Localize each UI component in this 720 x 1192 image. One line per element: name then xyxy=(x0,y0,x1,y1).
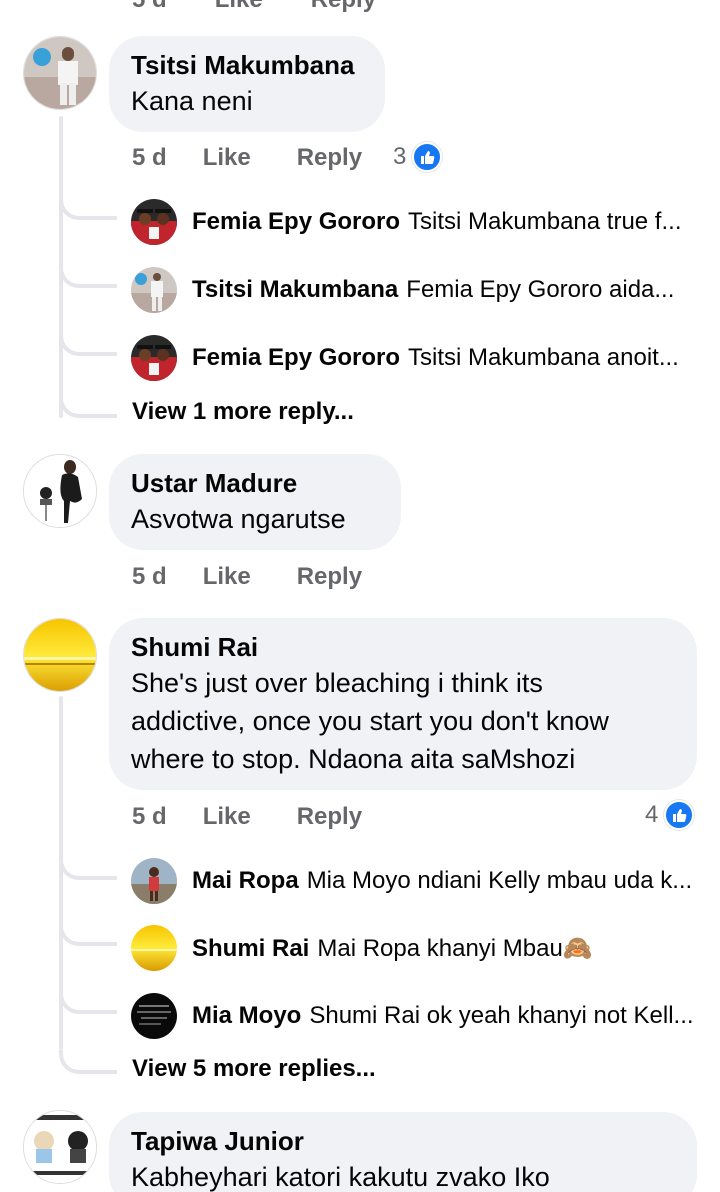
thread-connector xyxy=(59,264,117,288)
thread-connector xyxy=(59,1050,117,1074)
reply-text: Mai Ropa Mia Moyo ndiani Kelly mbau uda k… xyxy=(192,867,692,895)
reply-text: Mia Moyo Shumi Rai ok yeah khanyi not Kel… xyxy=(192,1002,694,1030)
reply-body: Femia Epy Gororo aida... xyxy=(406,276,675,303)
avatar[interactable] xyxy=(23,1110,97,1184)
reply-author[interactable]: Mai Ropa xyxy=(192,867,299,894)
thread-connector xyxy=(59,922,117,946)
comment-bubble[interactable]: Tapiwa Junior Kabheyhari katori kakutu z… xyxy=(109,1112,697,1192)
reply-body: Tsitsi Makumbana anoit... xyxy=(408,344,679,371)
comment-actions: 5 d Like Reply xyxy=(132,803,362,831)
avatar[interactable] xyxy=(131,858,177,904)
reaction-summary[interactable]: 3 xyxy=(393,142,443,172)
avatar[interactable] xyxy=(131,199,177,245)
reply-button[interactable]: Reply xyxy=(297,144,362,172)
thread-connector xyxy=(59,990,117,1014)
reply-button[interactable]: Reply xyxy=(297,803,362,831)
reply-item[interactable]: Shumi Rai Mai Ropa khanyi Mbau🙈 xyxy=(131,924,701,972)
reply-text: Femia Epy Gororo Tsitsi Makumbana true f.… xyxy=(192,208,681,236)
previous-like-button[interactable]: Like xyxy=(215,0,263,14)
reply-body: Tsitsi Makumbana true f... xyxy=(408,208,682,235)
avatar[interactable] xyxy=(131,925,177,971)
comment-author[interactable]: Tsitsi Makumbana xyxy=(131,48,363,82)
previous-comment-actions: 5 d Like Reply xyxy=(132,0,424,14)
avatar[interactable] xyxy=(23,36,97,110)
reply-body: Mia Moyo ndiani Kelly mbau uda k... xyxy=(306,867,693,894)
previous-reply-button[interactable]: Reply xyxy=(311,0,376,14)
reply-text: Tsitsi Makumbana Femia Epy Gororo aida... xyxy=(192,276,674,304)
view-more-replies-link[interactable]: View 5 more replies... xyxy=(132,1055,376,1083)
reply-text: Shumi Rai Mai Ropa khanyi Mbau🙈 xyxy=(192,934,593,963)
comment-time[interactable]: 5 d xyxy=(132,144,167,172)
comment-actions: 5 d Like Reply xyxy=(132,563,362,591)
comment-bubble[interactable]: Ustar Madure Asvotwa ngarutse xyxy=(109,454,401,550)
reply-item[interactable]: Mia Moyo Shumi Rai ok yeah khanyi not Kel… xyxy=(131,992,701,1040)
avatar[interactable] xyxy=(131,993,177,1039)
previous-time: 5 d xyxy=(132,0,167,14)
avatar[interactable] xyxy=(131,335,177,381)
reply-item[interactable]: Femia Epy Gororo Tsitsi Makumbana true f.… xyxy=(131,198,701,246)
comment-text: Asvotwa ngarutse xyxy=(131,504,346,534)
avatar[interactable] xyxy=(23,454,97,528)
comment-time[interactable]: 5 d xyxy=(132,803,167,831)
like-thumb-icon xyxy=(664,800,695,830)
comment-author[interactable]: Ustar Madure xyxy=(131,466,379,500)
reaction-summary[interactable]: 4 xyxy=(645,800,695,830)
like-button[interactable]: Like xyxy=(203,563,251,591)
reply-author[interactable]: Tsitsi Makumbana xyxy=(192,276,398,303)
comment-time[interactable]: 5 d xyxy=(132,563,167,591)
comment-text-line: She's just over bleaching i think its xyxy=(131,668,543,698)
avatar[interactable] xyxy=(131,267,177,313)
comment-text-line: where to stop. Ndaona aita saMshozi xyxy=(131,744,576,774)
view-more-replies-link[interactable]: View 1 more reply... xyxy=(132,398,354,426)
reply-item[interactable]: Femia Epy Gororo Tsitsi Makumbana anoit..… xyxy=(131,334,701,382)
reply-button[interactable]: Reply xyxy=(297,563,362,591)
comment-text: Kabheyhari katori kakutu zvako Iko xyxy=(131,1162,550,1192)
comment-bubble[interactable]: Shumi Rai She's just over bleaching i th… xyxy=(109,618,697,790)
reaction-count: 3 xyxy=(393,143,407,170)
reply-author[interactable]: Mia Moyo xyxy=(192,1002,301,1029)
thread-connector xyxy=(59,332,117,356)
comment-actions: 5 d Like Reply xyxy=(132,144,362,172)
avatar[interactable] xyxy=(23,618,97,692)
reply-author[interactable]: Femia Epy Gororo xyxy=(192,208,400,235)
reply-body: Mai Ropa khanyi Mbau🙈 xyxy=(317,934,593,962)
thread-connector xyxy=(59,856,117,880)
reply-author[interactable]: Femia Epy Gororo xyxy=(192,344,400,371)
thread-connector xyxy=(59,196,117,220)
like-button[interactable]: Like xyxy=(203,144,251,172)
comment-author[interactable]: Shumi Rai xyxy=(131,630,675,664)
reaction-count: 4 xyxy=(645,801,659,828)
reply-author[interactable]: Shumi Rai xyxy=(192,935,309,962)
comment-bubble[interactable]: Tsitsi Makumbana Kana neni xyxy=(109,36,385,132)
reply-item[interactable]: Tsitsi Makumbana Femia Epy Gororo aida... xyxy=(131,266,701,314)
like-button[interactable]: Like xyxy=(203,803,251,831)
comment-text: Kana neni xyxy=(131,86,253,116)
comment-text-line: addictive, once you start you don't know xyxy=(131,706,609,736)
comment-author[interactable]: Tapiwa Junior xyxy=(131,1124,675,1158)
reply-item[interactable]: Mai Ropa Mia Moyo ndiani Kelly mbau uda k… xyxy=(131,857,701,905)
thread-connector xyxy=(59,394,117,418)
like-thumb-icon xyxy=(412,142,443,172)
reply-body: Shumi Rai ok yeah khanyi not Kell... xyxy=(309,1002,694,1029)
reply-text: Femia Epy Gororo Tsitsi Makumbana anoit..… xyxy=(192,344,679,372)
